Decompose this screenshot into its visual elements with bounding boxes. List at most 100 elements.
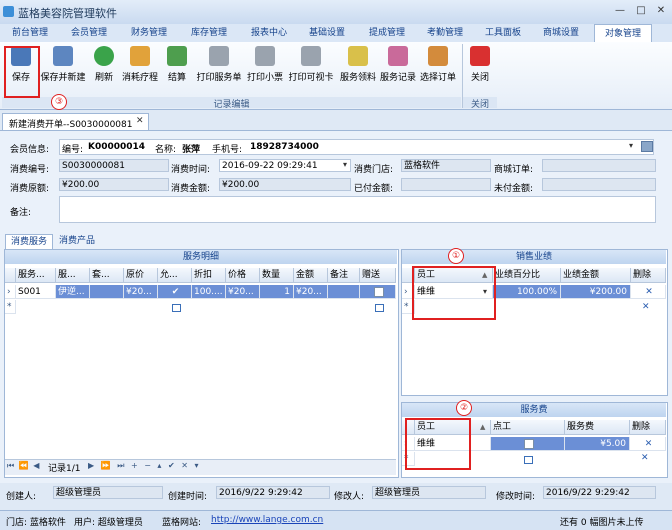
tab-inventory[interactable]: 库存管理	[180, 24, 238, 42]
fee-new-checkbox-icon[interactable]	[524, 456, 533, 464]
annotation-box-sales-employee	[412, 266, 496, 320]
store-field[interactable]: 蓝格软件	[401, 159, 491, 172]
service-cell-amount[interactable]: ¥20...	[294, 285, 328, 299]
service-cell-allow-checkbox[interactable]: ✔	[158, 285, 192, 299]
tab-consume-product[interactable]: 消费产品	[53, 234, 101, 249]
service-col-original-price[interactable]: 原价	[124, 268, 158, 283]
consume-time-field[interactable]: 2016-09-22 09:29:41	[219, 159, 351, 172]
member-card-icon[interactable]	[641, 141, 653, 152]
tab-mall-settings[interactable]: 商城设置	[532, 24, 590, 42]
service-col-quantity[interactable]: 数量	[260, 268, 294, 283]
select-order-button[interactable]: 选择订单	[418, 44, 458, 90]
gift-checkbox[interactable]	[373, 286, 384, 297]
service-col-discount[interactable]: 折扣	[192, 268, 226, 283]
cash-icon	[167, 46, 187, 66]
status-site-link[interactable]: http://www.lange.com.cn	[211, 515, 323, 525]
sales-col-delete[interactable]: 删除	[631, 268, 666, 283]
tab-reports[interactable]: 报表中心	[240, 24, 298, 42]
chevron-down-icon[interactable]: ▾	[343, 160, 347, 169]
fee-cell-amount[interactable]: ¥5.00	[565, 437, 630, 451]
title-bar: 蓝格美容院管理软件 — □ ✕	[0, 0, 672, 24]
service-col-price[interactable]: 价格	[226, 268, 260, 283]
tab-front-desk[interactable]: 前台管理	[2, 24, 58, 42]
amount-label: 消费金额:	[171, 184, 211, 194]
minimize-button[interactable]: —	[613, 4, 627, 17]
fee-col-point-work[interactable]: 点工	[491, 420, 565, 435]
service-col-gift[interactable]: 赠送	[360, 268, 396, 283]
print-service-button[interactable]: 打印服务单	[194, 44, 244, 90]
document-tab[interactable]: 新建消费开单--S0030000081 ✕	[2, 113, 149, 131]
point-work-checkbox[interactable]	[523, 438, 534, 449]
tab-tools[interactable]: 工具面板	[474, 24, 532, 42]
print-card-button[interactable]: 打印可视卡	[286, 44, 336, 90]
service-cell-original-price[interactable]: ¥20...	[124, 285, 158, 299]
service-col-package[interactable]: 套...	[90, 268, 124, 283]
tab-finance[interactable]: 财务管理	[120, 24, 178, 42]
remark-textarea[interactable]	[59, 196, 656, 223]
sales-cell-percent[interactable]: 100.00%	[493, 285, 561, 299]
fee-new-delete-icon[interactable]: ✕	[641, 453, 649, 463]
service-record-button[interactable]: 服务记录	[378, 44, 418, 90]
service-col-amount[interactable]: 金额	[294, 268, 328, 283]
checkout-button[interactable]: 结算	[162, 44, 192, 90]
maximize-button[interactable]: □	[634, 4, 648, 17]
unpaid-field[interactable]	[542, 178, 656, 191]
service-col-service[interactable]: 服务...	[16, 268, 56, 283]
paid-field[interactable]	[401, 178, 491, 191]
amount-field[interactable]: ¥200.00	[219, 178, 351, 191]
printer-icon	[209, 46, 229, 66]
print-receipt-button[interactable]: 打印小票	[244, 44, 286, 90]
sales-delete-icon[interactable]: ✕	[631, 285, 666, 299]
service-cell-package[interactable]	[90, 285, 124, 299]
mall-order-field[interactable]	[542, 159, 656, 172]
tab-object-management[interactable]: 对象管理	[594, 24, 652, 43]
sales-col-amount[interactable]: 业绩金额	[561, 268, 631, 283]
create-time-label: 创建时间:	[168, 492, 208, 502]
tab-basic-settings[interactable]: 基础设置	[298, 24, 356, 42]
fee-delete-icon[interactable]: ✕	[630, 437, 666, 451]
original-amount-field[interactable]: ¥200.00	[59, 178, 169, 191]
status-store: 门店: 蓝格软件	[6, 518, 66, 528]
consume-no-field[interactable]: S0030000081	[59, 159, 169, 172]
pager-nav-icons[interactable]: ▶ ⏩ ⏭ + − ▴ ✔ ✕ ▾	[88, 461, 201, 471]
sales-col-percent[interactable]: 业绩百分比	[493, 268, 561, 283]
paid-label: 已付金额:	[354, 184, 394, 194]
service-col-remark[interactable]: 备注	[328, 268, 360, 283]
service-cell-price[interactable]: ¥20...	[226, 285, 260, 299]
new-row-allow-checkbox-icon[interactable]	[172, 304, 181, 312]
service-cell-discount[interactable]: 100....	[192, 285, 226, 299]
printer-icon	[301, 46, 321, 66]
service-col-name[interactable]: 服...	[56, 268, 90, 283]
save-and-new-button[interactable]: 保存并新建	[38, 44, 88, 90]
close-icon	[470, 46, 490, 66]
pager-first-icons[interactable]: ⏮ ⏪ ◀	[7, 461, 40, 471]
member-info-field[interactable]	[59, 139, 654, 155]
document-tab-close-icon[interactable]: ✕	[136, 116, 144, 126]
service-cell-gift[interactable]	[360, 285, 396, 299]
order-icon	[428, 46, 448, 66]
close-window-button[interactable]: ✕	[654, 4, 668, 17]
close-button[interactable]: 关闭	[464, 44, 496, 90]
service-material-button[interactable]: 服务领料	[338, 44, 378, 90]
service-cell-quantity[interactable]: 1	[260, 285, 294, 299]
consume-course-button[interactable]: 消耗疗程	[120, 44, 160, 90]
fee-col-delete[interactable]: 删除	[630, 420, 666, 435]
chevron-down-icon[interactable]: ▾	[629, 141, 633, 150]
new-row-gift-checkbox-icon[interactable]	[375, 304, 384, 312]
status-upload: 还有 0 幅图片未上传	[560, 518, 644, 528]
sort-up-icon[interactable]: ▲	[480, 423, 485, 431]
service-cell-code[interactable]: S001	[16, 285, 56, 299]
service-cell-remark[interactable]	[328, 285, 360, 299]
sales-new-delete-icon[interactable]: ✕	[642, 302, 650, 312]
pager-record-label: 记录1/1	[48, 464, 81, 474]
refresh-button[interactable]: 刷新	[90, 44, 118, 90]
service-col-allow[interactable]: 允...	[158, 268, 192, 283]
tab-attendance[interactable]: 考勤管理	[416, 24, 474, 42]
fee-cell-point-work[interactable]	[491, 437, 565, 451]
sales-cell-amount[interactable]: ¥200.00	[561, 285, 631, 299]
tab-commission[interactable]: 提成管理	[358, 24, 416, 42]
tab-consume-service[interactable]: 消费服务	[5, 234, 53, 250]
tab-member[interactable]: 会员管理	[60, 24, 118, 42]
fee-col-fee[interactable]: 服务费	[565, 420, 630, 435]
service-cell-name[interactable]: 伊逆...	[56, 285, 90, 299]
